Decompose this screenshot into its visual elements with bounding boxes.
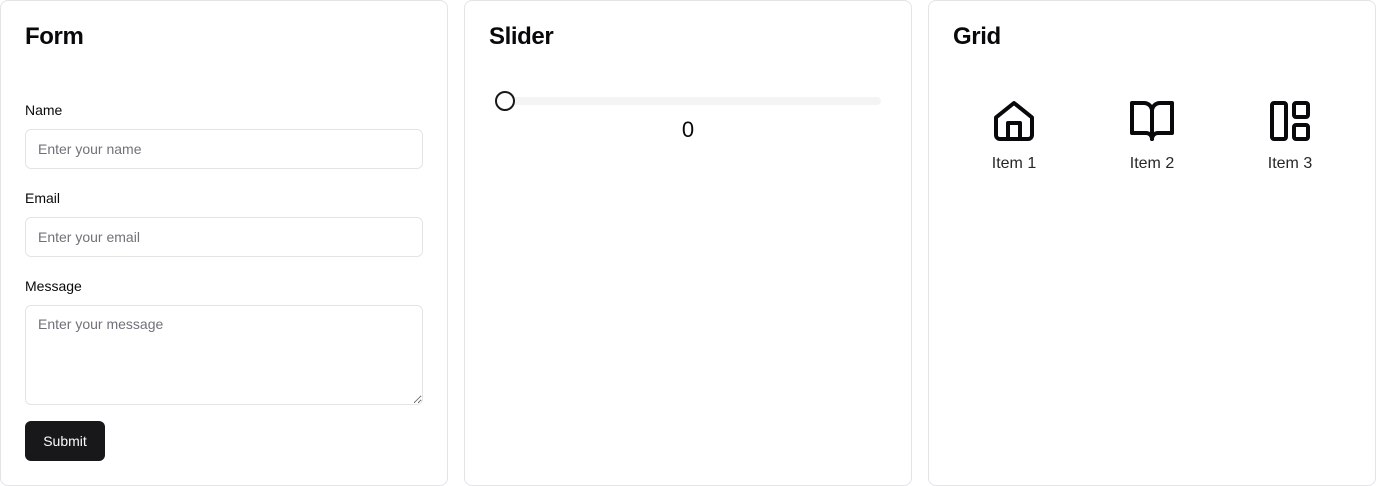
slider-title: Slider: [489, 23, 554, 50]
form-title: Form: [25, 23, 84, 50]
slider-card: Slider 0: [464, 0, 912, 486]
grid-item-label: Item 2: [1129, 155, 1175, 172]
grid-card: Grid Item 1 Item 2 Item 3: [928, 0, 1376, 486]
grid-item-1[interactable]: Item 1: [964, 97, 1064, 181]
grid-item-label: Item 3: [1267, 155, 1313, 172]
message-label: Message: [25, 278, 82, 294]
grid-item-2[interactable]: Item 2: [1102, 97, 1202, 181]
grid-title: Grid: [953, 23, 1001, 50]
message-textarea[interactable]: [25, 305, 423, 405]
book-open-icon: [1130, 101, 1174, 141]
form-card: Form Name Email Message Submit: [0, 0, 448, 486]
submit-button[interactable]: Submit: [25, 421, 105, 461]
slider-thumb[interactable]: [495, 91, 515, 111]
grid-item-3[interactable]: Item 3: [1240, 97, 1340, 181]
grid-item-label: Item 1: [991, 155, 1037, 172]
home-icon: [994, 101, 1034, 141]
layout-panel-left-icon: [1270, 101, 1310, 141]
email-input[interactable]: [25, 217, 423, 257]
name-input[interactable]: [25, 129, 423, 169]
email-label: Email: [25, 190, 61, 206]
slider-value: 0: [681, 117, 695, 142]
slider-track[interactable]: [505, 97, 881, 105]
name-label: Name: [25, 102, 63, 118]
